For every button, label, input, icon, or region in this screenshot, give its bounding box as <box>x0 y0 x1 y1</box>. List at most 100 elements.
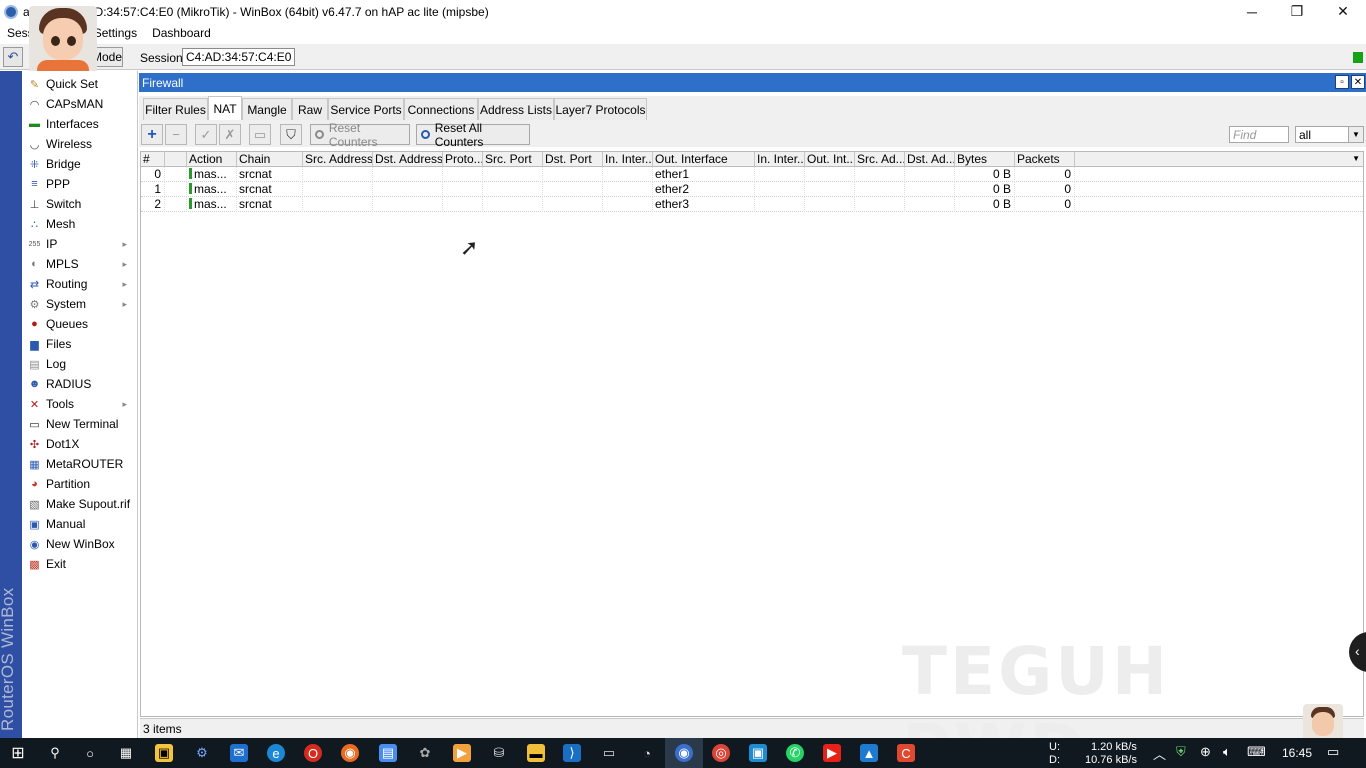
column-header[interactable]: Src. Port <box>483 152 543 167</box>
opera-icon[interactable]: O <box>304 744 322 762</box>
network-icon[interactable]: ⛁ <box>490 744 508 762</box>
sidebar-item-files[interactable]: ▆ Files <box>22 334 136 354</box>
column-header[interactable]: Out. Interface <box>653 152 755 167</box>
notifications-icon[interactable]: ▭ <box>1327 744 1339 760</box>
tab-filter-rules[interactable]: Filter Rules <box>143 98 208 120</box>
filter-select[interactable]: all <box>1295 126 1353 143</box>
media-icon[interactable]: ▶ <box>453 744 471 762</box>
firewall-close-button[interactable]: ✕ <box>1351 75 1365 89</box>
tab-address-lists[interactable]: Address Lists <box>478 98 554 120</box>
recorder-icon[interactable]: C <box>897 744 915 762</box>
tab-layer7-protocols[interactable]: Layer7 Protocols <box>554 98 647 120</box>
minimize-button[interactable]: ─ <box>1229 0 1275 23</box>
menu-dashboard[interactable]: Dashboard <box>152 26 211 40</box>
sidebar-item-partition[interactable]: ◕ Partition <box>22 474 136 494</box>
sidebar-item-quick-set[interactable]: ✎ Quick Set <box>22 74 136 94</box>
notepad-icon[interactable]: ▤ <box>379 744 397 762</box>
column-header[interactable]: # <box>141 152 165 167</box>
store-icon[interactable]: ▣ <box>155 744 173 762</box>
sidebar-item-exit[interactable]: ▩ Exit <box>22 554 136 574</box>
find-input[interactable]: Find <box>1229 126 1289 143</box>
sidebar-item-queues[interactable]: ● Queues <box>22 314 136 334</box>
column-menu-chevron-icon[interactable]: ▼ <box>1352 154 1360 163</box>
search-icon[interactable]: ⚲ <box>46 744 64 762</box>
table-row[interactable]: 1 mas... srcnat ether2 0 B 0 <box>141 182 1363 197</box>
reset-all-counters-button[interactable]: Reset All Counters <box>416 121 530 149</box>
column-header[interactable] <box>165 152 187 167</box>
column-header[interactable]: Src. Ad... <box>855 152 905 167</box>
disable-rule-button[interactable]: ✗ <box>219 124 241 145</box>
add-rule-button[interactable]: + <box>141 124 163 145</box>
remote-desktop-icon[interactable]: ▣ <box>749 744 767 762</box>
globe-tray-icon[interactable]: ⊕ <box>1200 744 1211 760</box>
filter-select-chevron-icon[interactable]: ▼ <box>1348 126 1364 143</box>
column-header[interactable]: Proto... <box>443 152 483 167</box>
sidebar-item-ip[interactable]: 255 IP ▸ <box>22 234 136 254</box>
column-header[interactable]: Chain <box>237 152 303 167</box>
keyboard-tray-icon[interactable]: ⌨ <box>1247 744 1266 760</box>
column-header[interactable]: In. Inter... <box>603 152 653 167</box>
sidebar-item-manual[interactable]: ▣ Manual <box>22 514 136 534</box>
tab-mangle[interactable]: Mangle <box>242 98 292 120</box>
edge-icon[interactable]: e <box>267 744 285 762</box>
sidebar-item-wireless[interactable]: ◡ Wireless <box>22 134 136 154</box>
tray-chevron-icon[interactable]: ︿ <box>1153 744 1166 763</box>
sidebar-item-interfaces[interactable]: ▬ Interfaces <box>22 114 136 134</box>
sidebar-item-mpls[interactable]: ◐ MPLS ▸ <box>22 254 136 274</box>
column-header[interactable]: Dst. Port <box>543 152 603 167</box>
sidebar-item-capsman[interactable]: ◠ CAPsMAN <box>22 94 136 114</box>
sidebar-item-switch[interactable]: ⊥ Switch <box>22 194 136 214</box>
chrome-icon[interactable]: ◎ <box>712 744 730 762</box>
column-header[interactable]: Packets <box>1015 152 1075 167</box>
filter-button[interactable]: ⛉ <box>280 124 302 145</box>
safe-mode-button[interactable]: Safe Mode <box>93 47 123 67</box>
winbox-taskbar-icon[interactable]: ◉ <box>675 744 693 762</box>
security-tray-icon[interactable]: ⛨ <box>1176 744 1186 760</box>
enable-rule-button[interactable]: ✓ <box>195 124 217 145</box>
sidebar-item-new-terminal[interactable]: ▭ New Terminal <box>22 414 136 434</box>
undo-button[interactable]: ↶ <box>3 46 23 67</box>
sidebar-item-system[interactable]: ⚙ System ▸ <box>22 294 136 314</box>
sidebar-item-log[interactable]: ▤ Log <box>22 354 136 374</box>
reset-counters-button[interactable]: Reset Counters <box>310 121 410 149</box>
task-view-icon[interactable]: ▦ <box>117 744 135 762</box>
sidebar-item-dot1x[interactable]: ✣ Dot1X <box>22 434 136 454</box>
photos-icon[interactable]: ▲ <box>860 744 878 762</box>
youtube-icon[interactable]: ▶ <box>823 744 841 762</box>
cortana-icon[interactable]: ○ <box>81 744 99 762</box>
volume-tray-icon[interactable]: 🔈︎ <box>1223 744 1231 760</box>
sidebar-item-bridge[interactable]: ⁜ Bridge <box>22 154 136 174</box>
sidebar-item-mesh[interactable]: ∴ Mesh <box>22 214 136 234</box>
settings-app-icon[interactable]: ⚙ <box>193 744 211 762</box>
column-header[interactable]: Action <box>187 152 237 167</box>
paint-icon[interactable]: ✿ <box>416 744 434 762</box>
column-header[interactable]: Out. Int... <box>805 152 855 167</box>
start-button-icon[interactable]: ⊞ <box>9 744 27 762</box>
sidebar-item-routing[interactable]: ⇄ Routing ▸ <box>22 274 136 294</box>
sidebar-item-tools[interactable]: ✕ Tools ▸ <box>22 394 136 414</box>
whatsapp-icon[interactable]: ✆ <box>786 744 804 762</box>
menu-settings[interactable]: Settings <box>94 26 137 40</box>
column-header[interactable]: Dst. Address <box>373 152 443 167</box>
tab-connections[interactable]: Connections <box>404 98 478 120</box>
column-header[interactable]: Bytes <box>955 152 1015 167</box>
tab-service-ports[interactable]: Service Ports <box>328 98 404 120</box>
column-header[interactable]: Src. Address <box>303 152 373 167</box>
column-header[interactable]: Dst. Ad... <box>905 152 955 167</box>
sidebar-item-new-winbox[interactable]: ◉ New WinBox <box>22 534 136 554</box>
close-button[interactable]: ✕ <box>1320 0 1366 23</box>
firewall-maximize-button[interactable]: ▫ <box>1335 75 1349 89</box>
mail-icon[interactable]: ✉ <box>230 744 248 762</box>
remove-rule-button[interactable]: − <box>165 124 187 145</box>
table-row[interactable]: 0 mas... srcnat ether1 0 B 0 <box>141 167 1363 182</box>
speedtest-icon[interactable]: ◔ <box>638 744 656 762</box>
sidebar-item-ppp[interactable]: ≡ PPP <box>22 174 136 194</box>
sidebar-item-make-supout-rif[interactable]: ▧ Make Supout.rif <box>22 494 136 514</box>
printer-icon[interactable]: ▭ <box>600 744 618 762</box>
sidebar-item-metarouter[interactable]: ▦ MetaROUTER <box>22 454 136 474</box>
tab-nat[interactable]: NAT <box>208 96 242 120</box>
vscode-icon[interactable]: ⟩ <box>563 744 581 762</box>
restore-button[interactable]: ❐ <box>1274 0 1320 23</box>
comment-button[interactable]: ▭ <box>249 124 271 145</box>
clock[interactable]: 16:45 <box>1282 746 1312 760</box>
